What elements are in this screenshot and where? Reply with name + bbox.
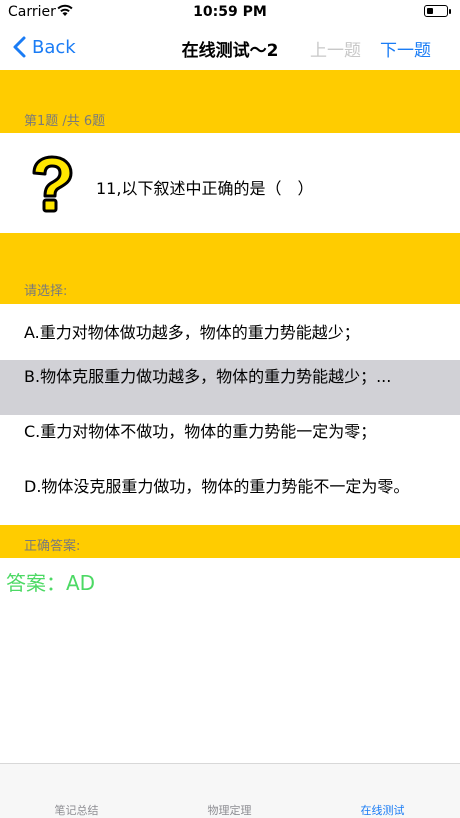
question-text: 11,以下叙述中正确的是（ ） xyxy=(96,179,314,198)
clock: 10:59 PM xyxy=(193,4,267,20)
tab-notes[interactable]: 笔记总结 xyxy=(0,802,153,818)
option-d[interactable]: D.物体没克服重力做功，物体的重力势能不一定为零。 xyxy=(0,470,460,525)
answer-header: 正确答案: xyxy=(0,525,460,558)
back-button[interactable]: Back xyxy=(10,34,76,60)
question-counter: 第1题 /共 6题 xyxy=(24,114,106,129)
option-c[interactable]: C.重力对物体不做功，物体的重力势能一定为零； xyxy=(0,415,460,470)
choose-label: 请选择: xyxy=(24,284,68,299)
option-d-text: D.物体没克服重力做功，物体的重力势能不一定为零。 xyxy=(24,477,410,496)
choose-header: 请选择: xyxy=(0,233,460,304)
previous-question-button[interactable]: 上一题 xyxy=(310,36,361,61)
next-question-button[interactable]: 下一题 xyxy=(380,36,431,61)
option-a-text: A.重力对物体做功越多，物体的重力势能越少； xyxy=(24,322,360,342)
answer-label: 正确答案: xyxy=(24,539,81,554)
option-b-text: B.物体克服重力做功越多，物体的重力势能越少；... xyxy=(24,367,392,386)
option-b[interactable]: B.物体克服重力做功越多，物体的重力势能越少；... xyxy=(0,360,460,415)
option-a[interactable]: A.重力对物体做功越多，物体的重力势能越少； xyxy=(0,304,460,360)
question-row: 11,以下叙述中正确的是（ ） xyxy=(0,133,460,233)
tab-bar: 笔记总结 物理定理 在线测试 xyxy=(0,763,460,818)
tab-physics-theorems[interactable]: 物理定理 xyxy=(153,802,306,818)
question-mark-icon xyxy=(32,155,73,213)
status-bar: Carrier 10:59 PM xyxy=(0,0,460,26)
tab-online-test[interactable]: 在线测试 xyxy=(306,802,459,818)
back-label: Back xyxy=(32,36,76,58)
navigation-bar: Back 在线测试～2 上一题 下一题 xyxy=(0,26,460,70)
option-c-text: C.重力对物体不做功，物体的重力势能一定为零； xyxy=(24,422,377,441)
chevron-left-icon xyxy=(13,36,26,58)
question-header: 第1题 /共 6题 xyxy=(0,70,460,133)
battery-icon xyxy=(424,5,451,17)
answer-text: 答案：AD xyxy=(6,571,96,595)
